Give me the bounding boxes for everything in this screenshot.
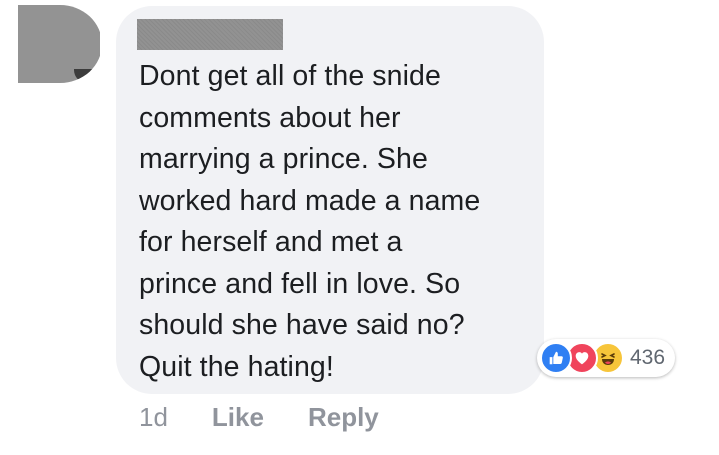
comment-text: Dont get all of the snide comments about… xyxy=(139,56,539,388)
like-button[interactable]: Like xyxy=(212,402,264,433)
comment-line: marrying a prince. She xyxy=(139,143,428,175)
comment-line: comments about her xyxy=(139,101,401,134)
comment-actions: 1d Like Reply xyxy=(139,402,379,433)
comment-line: prince and fell in love. So xyxy=(139,267,461,300)
comment-line: Quit the hating! xyxy=(139,350,334,383)
timestamp[interactable]: 1d xyxy=(139,402,168,433)
reaction-count: 436 xyxy=(630,346,666,369)
thumbs-up-icon xyxy=(540,342,572,374)
comment-line: worked hard made a name xyxy=(139,184,481,217)
reply-button[interactable]: Reply xyxy=(308,402,379,433)
avatar[interactable] xyxy=(18,5,102,83)
comment-line: should she have said no? xyxy=(139,309,465,341)
comment-container: Dont get all of the snide comments about… xyxy=(0,0,719,455)
comment-line: for herself and met a xyxy=(139,226,403,258)
reaction-summary[interactable]: 436 xyxy=(537,339,676,377)
redacted-author-name[interactable] xyxy=(137,19,283,50)
comment-line: Dont get all of the snide xyxy=(139,60,441,92)
